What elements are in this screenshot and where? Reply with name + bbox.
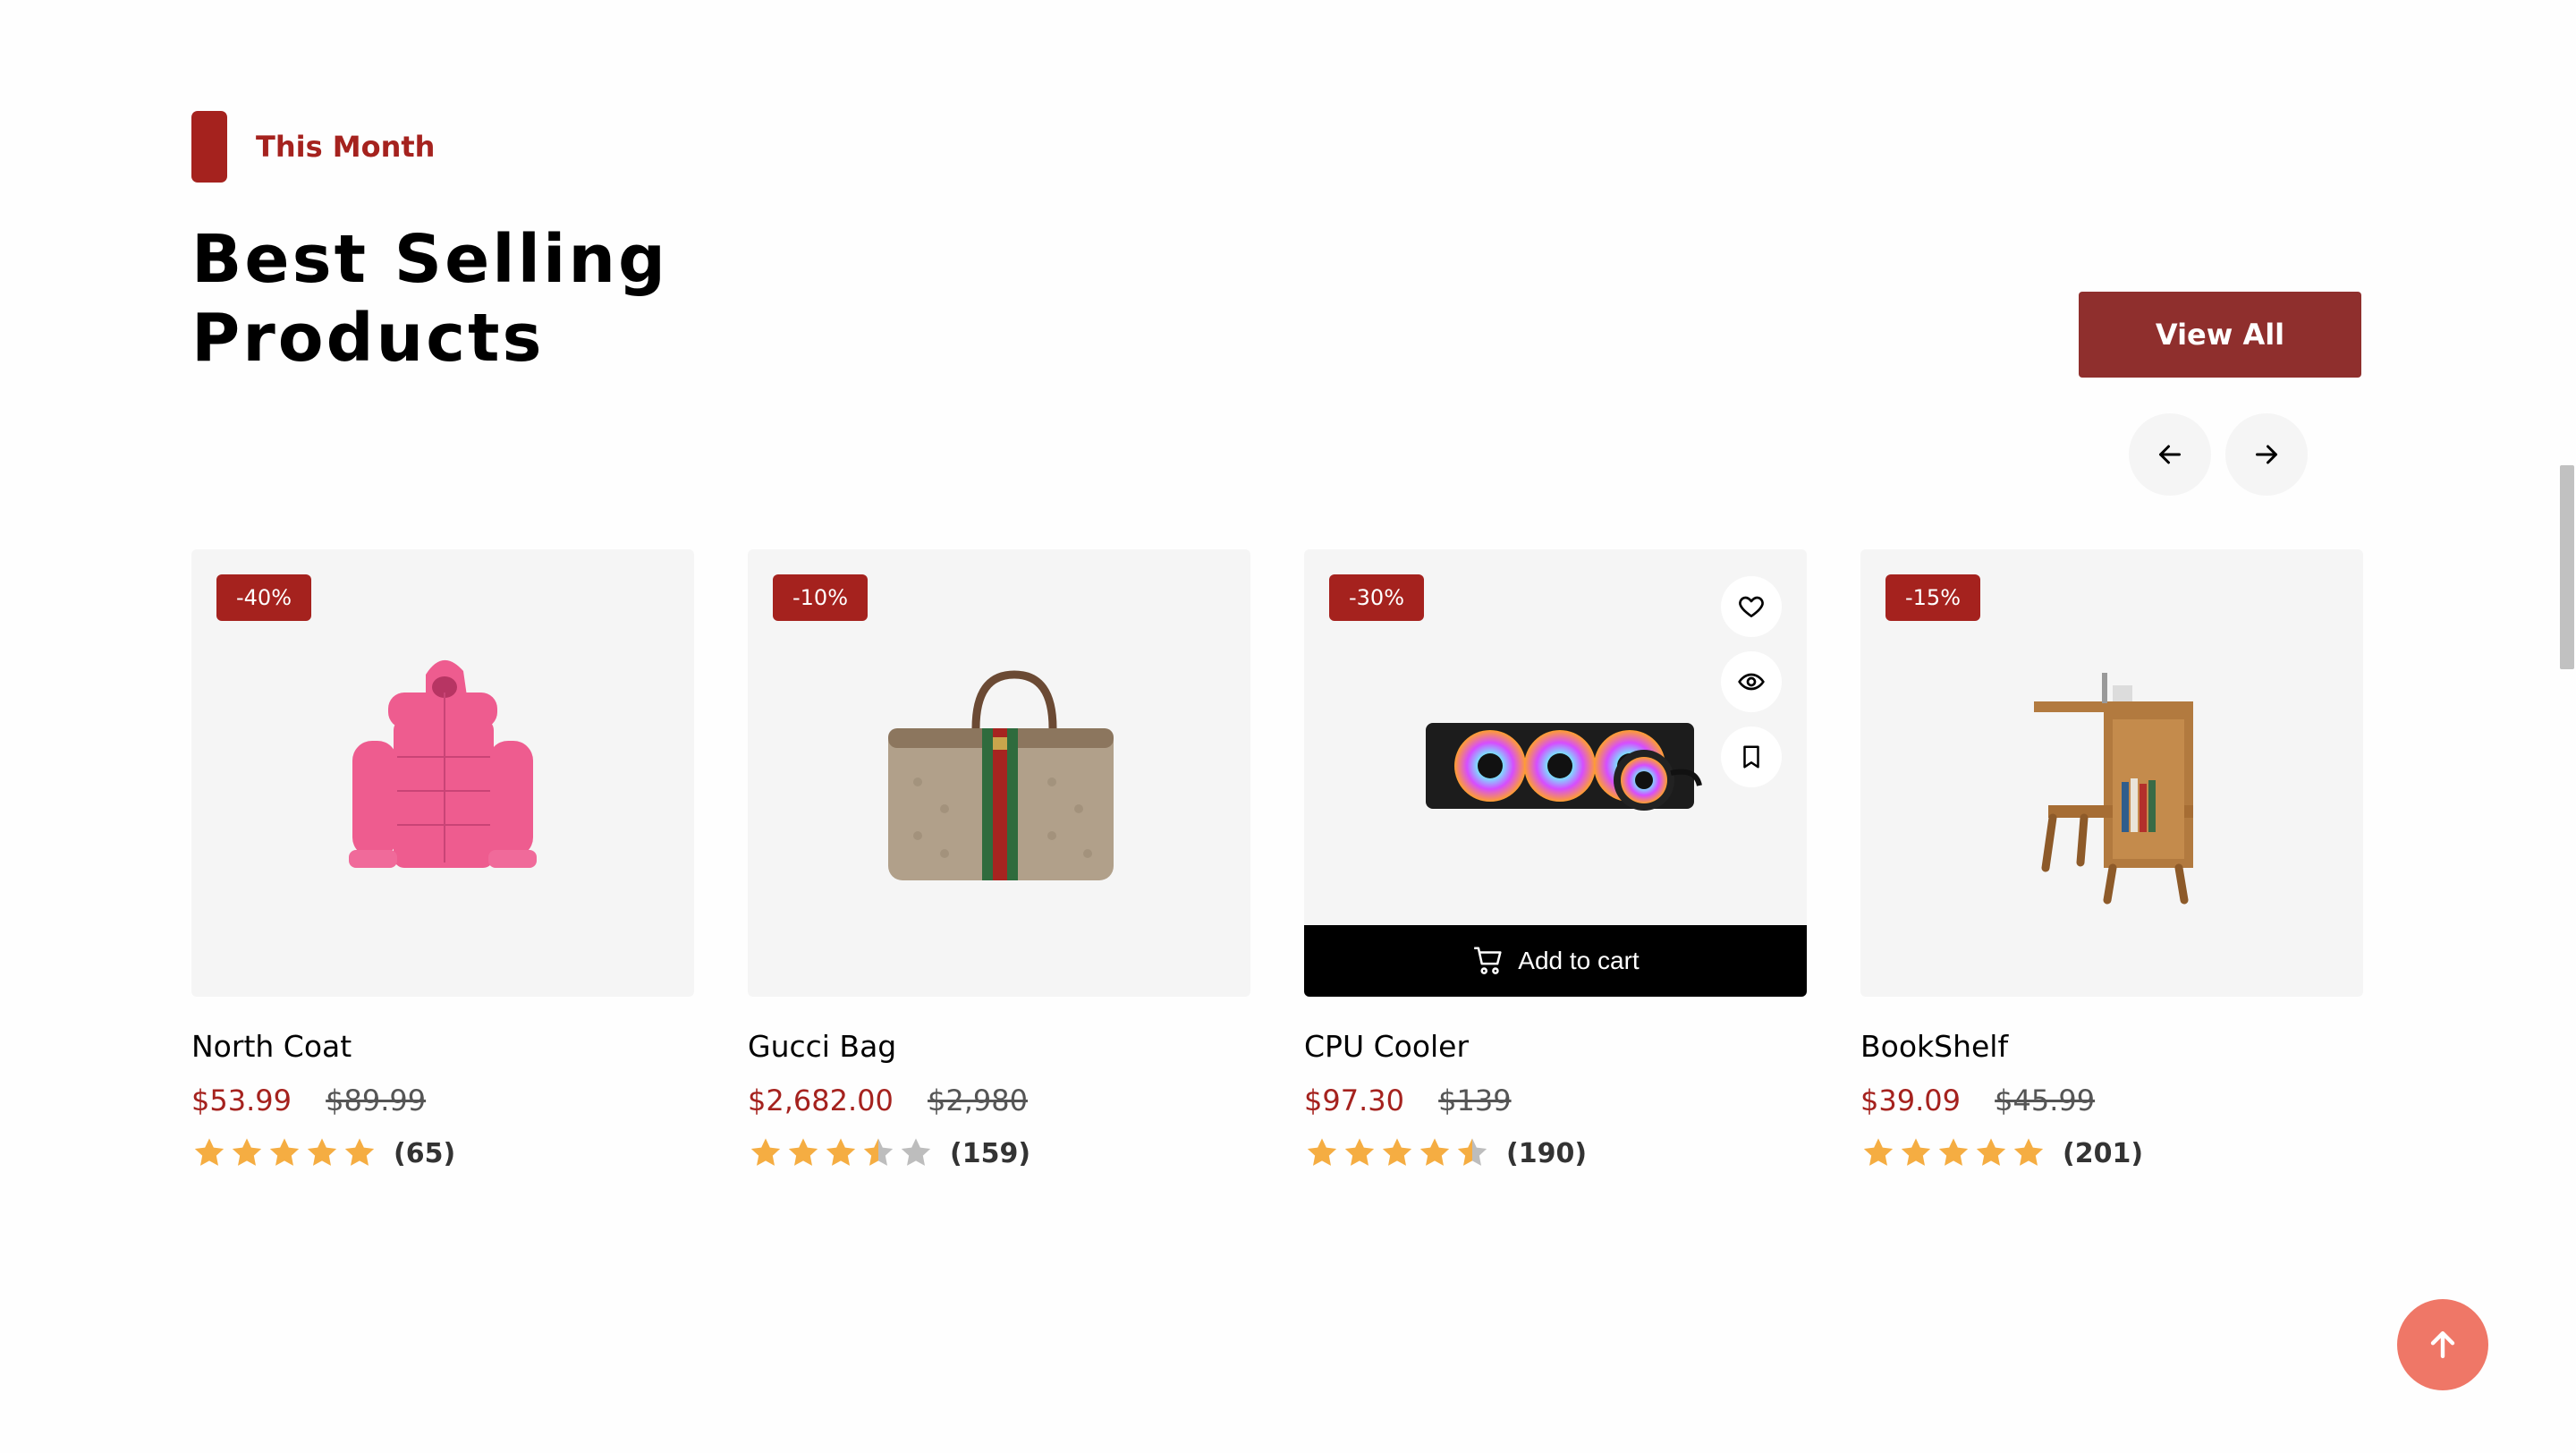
cart-icon <box>1474 947 1502 974</box>
bookmark-icon <box>1743 745 1759 769</box>
star-icon <box>901 1138 931 1166</box>
current-price: $97.30 <box>1304 1083 1404 1117</box>
star-icon <box>826 1138 856 1166</box>
current-price: $53.99 <box>191 1083 292 1117</box>
review-count: (65) <box>394 1137 456 1169</box>
previous-button[interactable] <box>2129 413 2211 496</box>
star-icon <box>1307 1138 1337 1166</box>
star-icon <box>1344 1138 1375 1166</box>
product-media[interactable]: -40% <box>191 549 694 997</box>
add-to-cart-button[interactable]: Add to cart <box>1304 925 1807 997</box>
eye-icon <box>1738 673 1765 691</box>
product-card[interactable]: -30% Add to cart CPU Cooler $97.30 $139 … <box>1304 549 1807 1173</box>
arrow-right-icon <box>2256 445 2277 464</box>
price-row: $2,682.00 $2,980 <box>748 1083 1250 1117</box>
section-title-line2: Products <box>191 300 545 377</box>
add-to-cart-label: Add to cart <box>1518 947 1640 974</box>
star-icon <box>194 1138 225 1166</box>
wishlist-button[interactable] <box>1721 576 1782 637</box>
product-media[interactable]: -10% <box>748 549 1250 997</box>
star-icon <box>232 1138 262 1166</box>
section-tag: This Month <box>191 111 435 183</box>
product-media[interactable]: -30% Add to cart <box>1304 549 1807 997</box>
original-price: $139 <box>1438 1083 1512 1117</box>
star-rating <box>1860 1135 2048 1171</box>
star-icon <box>1938 1138 1969 1166</box>
rating: (201) <box>1860 1134 2363 1173</box>
product-name[interactable]: Gucci Bag <box>748 1029 1250 1064</box>
view-all-button[interactable]: View All <box>2079 292 2361 378</box>
product-name[interactable]: CPU Cooler <box>1304 1029 1807 1064</box>
star-icon <box>1457 1138 1487 1166</box>
product-card[interactable]: -10% Gucci Bag $2,682.00 $2,980 (159) <box>748 549 1250 1173</box>
star-icon <box>269 1138 300 1166</box>
star-icon <box>1863 1138 1894 1166</box>
original-price: $89.99 <box>326 1083 427 1117</box>
rating: (65) <box>191 1134 694 1173</box>
price-row: $53.99 $89.99 <box>191 1083 694 1117</box>
quick-view-button[interactable] <box>1721 651 1782 712</box>
review-count: (159) <box>950 1137 1031 1169</box>
star-rating <box>1304 1135 1492 1171</box>
product-name[interactable]: North Coat <box>191 1029 694 1064</box>
star-icon <box>1419 1138 1450 1166</box>
product-card[interactable]: -40% North Coat $53.99 $89.99 (65) <box>191 549 694 1173</box>
current-price: $39.09 <box>1860 1083 1961 1117</box>
current-price: $2,682.00 <box>748 1083 894 1117</box>
discount-badge: -15% <box>1885 574 1981 621</box>
arrow-left-icon <box>2159 445 2181 464</box>
star-rating <box>191 1135 379 1171</box>
star-icon <box>344 1138 375 1166</box>
star-icon <box>1976 1138 2006 1166</box>
review-count: (190) <box>1506 1137 1588 1169</box>
discount-badge: -10% <box>773 574 869 621</box>
next-button[interactable] <box>2225 413 2308 496</box>
heart-icon <box>1739 596 1764 617</box>
original-price: $2,980 <box>928 1083 1028 1117</box>
arrow-up-icon <box>2430 1330 2455 1359</box>
section-title-line1: Best Selling <box>191 221 669 298</box>
star-rating <box>748 1135 936 1171</box>
section-tag-label: This Month <box>256 130 436 164</box>
star-icon <box>2013 1138 2044 1166</box>
price-row: $39.09 $45.99 <box>1860 1083 2363 1117</box>
rating: (190) <box>1304 1134 1807 1173</box>
product-card[interactable]: -15% BookShelf $39.09 $45.99 (201) <box>1860 549 2363 1173</box>
bookmark-button[interactable] <box>1721 726 1782 787</box>
section-title: Best Selling Products <box>191 220 818 378</box>
original-price: $45.99 <box>1995 1083 2096 1117</box>
discount-badge: -40% <box>216 574 312 621</box>
star-icon <box>750 1138 781 1166</box>
price-row: $97.30 $139 <box>1304 1083 1807 1117</box>
product-media[interactable]: -15% <box>1860 549 2363 997</box>
scroll-to-top-button[interactable] <box>2397 1299 2488 1390</box>
star-icon <box>788 1138 818 1166</box>
star-icon <box>1901 1138 1931 1166</box>
star-icon <box>863 1138 894 1166</box>
discount-badge: -30% <box>1329 574 1425 621</box>
review-count: (201) <box>2063 1137 2144 1169</box>
scrollbar-thumb[interactable] <box>2560 465 2574 669</box>
star-icon <box>307 1138 337 1166</box>
product-name[interactable]: BookShelf <box>1860 1029 2363 1064</box>
star-icon <box>1382 1138 1412 1166</box>
tag-bar <box>191 111 227 183</box>
rating: (159) <box>748 1134 1250 1173</box>
